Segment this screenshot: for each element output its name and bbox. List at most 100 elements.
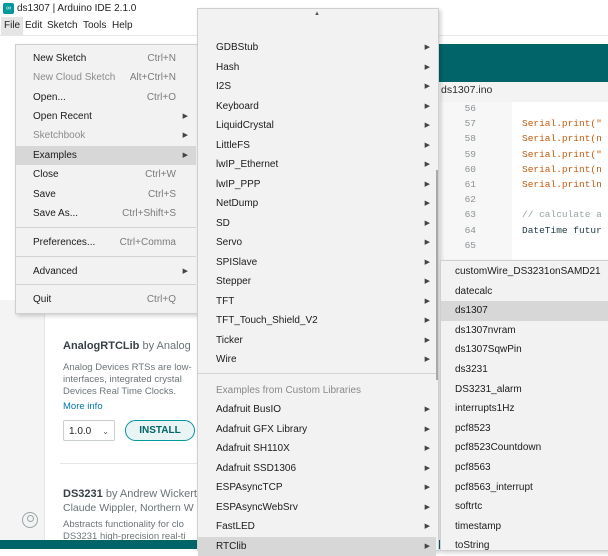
menu-item-label: FastLED [216,517,255,537]
menu-item-quit[interactable]: Quit Ctrl+Q [16,290,196,309]
menu-item-adafruit-gfx-library[interactable]: Adafruit GFX Library▶ [198,420,436,440]
menu-item-label: Adafruit SSD1306 [216,459,296,479]
menu-item-wire[interactable]: Wire▶ [198,350,436,370]
install-button[interactable]: INSTALL [125,420,195,441]
heading-label: Examples from Custom Libraries [216,381,361,400]
menu-item-gdbstub[interactable]: GDBStub ▶ [198,38,436,58]
menu-item-littlefs[interactable]: LittleFS▶ [198,136,436,156]
menu-item-examples[interactable]: Examples▶ [16,146,196,165]
menu-item-lwip-ethernet[interactable]: lwIP_Ethernet▶ [198,155,436,175]
menu-item-tft[interactable]: TFT▶ [198,292,436,312]
chevron-right-icon: ▶ [425,155,430,175]
menu-item-close[interactable]: CloseCtrl+W [16,165,196,184]
menu-item-sd[interactable]: SD▶ [198,214,436,234]
menu-item-tostring[interactable]: toString [441,536,608,556]
menu-item-ds3231-alarm[interactable]: DS3231_alarm [441,380,608,400]
menu-item-advanced[interactable]: Advanced▶ [16,262,196,281]
menu-item-pcf8563-interrupt[interactable]: pcf8563_interrupt [441,478,608,498]
scroll-up-arrow-icon[interactable]: ▲ [198,11,436,17]
menu-item-adafruit-busio[interactable]: Adafruit BusIO▶ [198,400,436,420]
menu-item-new-sketch[interactable]: New SketchCtrl+N [16,49,196,68]
menu-item-label: Servo [216,233,242,253]
chevron-right-icon: ▶ [425,194,430,214]
menu-item-ticker[interactable]: Ticker▶ [198,331,436,351]
menu-item-customwire-ds3231onsamd21[interactable]: customWire_DS3231onSAMD21 [441,262,608,282]
menu-item-spislave[interactable]: SPISlave▶ [198,253,436,273]
line-number: 57 [440,118,476,129]
menu-tools[interactable]: Tools [80,17,109,35]
chevron-right-icon: ▶ [183,146,188,165]
menu-item-pcf8523[interactable]: pcf8523 [441,419,608,439]
code-line: // calculate a [522,209,602,220]
menu-separator [198,373,436,374]
menu-item-adafruit-ssd1306[interactable]: Adafruit SSD1306▶ [198,459,436,479]
chevron-right-icon: ▶ [425,38,430,58]
menu-item-datecalc[interactable]: datecalc [441,282,608,302]
menu-sketch[interactable]: Sketch [44,17,81,35]
menu-item-open[interactable]: Open...Ctrl+O [16,88,196,107]
menu-item-label: Save As... [33,204,78,223]
menu-file[interactable]: File [1,17,23,35]
menu-item-pcf8563[interactable]: pcf8563 [441,458,608,478]
menu-item-i2s[interactable]: I2S▶ [198,77,436,97]
menu-item-rtclib[interactable]: RTClib▶ [198,537,436,556]
menu-item-fastled[interactable]: FastLED▶ [198,517,436,537]
shortcut-label: Ctrl+Q [147,290,176,309]
menu-item-save-as[interactable]: Save As...Ctrl+Shift+S [16,204,196,223]
menu-item-liquidcrystal[interactable]: LiquidCrystal▶ [198,116,436,136]
menu-item-label: GDBStub [216,38,258,58]
menu-item-open-recent[interactable]: Open Recent▶ [16,107,196,126]
editor-tab[interactable]: ds1307.ino [441,84,492,96]
menu-item-tft-touch-shield-v2[interactable]: TFT_Touch_Shield_V2▶ [198,311,436,331]
menu-item-label: Hash [216,58,239,78]
version-select[interactable]: 1.0.0 ⌄ [63,420,115,441]
menu-item-label: Wire [216,350,237,370]
menu-scrollbar[interactable] [436,170,438,380]
menu-help[interactable]: Help [109,17,136,35]
menu-item-save[interactable]: SaveCtrl+S [16,185,196,204]
library-title: AnalogRTCLib by Analog [63,340,191,352]
library-description-line: Analog Devices RTSs are low- [63,362,192,374]
chevron-right-icon: ▶ [183,107,188,126]
menu-item-espasynctcp[interactable]: ESPAsyncTCP▶ [198,478,436,498]
menu-item-interrupts1hz[interactable]: interrupts1Hz [441,399,608,419]
left-sidebar [0,300,45,540]
menu-item-ds1307nvram[interactable]: ds1307nvram [441,321,608,341]
menu-item-timestamp[interactable]: timestamp [441,517,608,537]
menu-item-label: Keyboard [216,97,259,117]
chevron-right-icon: ▶ [425,97,430,117]
code-line: Serial.println [522,179,602,190]
menu-item-espasyncwebsrv[interactable]: ESPAsyncWebSrv▶ [198,498,436,518]
menu-item-label: Adafruit GFX Library [216,420,307,440]
menu-item-label: Preferences... [33,233,95,252]
library-description-line: Devices Real Time Clocks. [63,386,176,398]
menu-item-sketchbook[interactable]: Sketchbook▶ [16,126,196,145]
shortcut-label: Ctrl+Comma [120,233,176,252]
menu-item-ds1307sqwpin[interactable]: ds1307SqwPin [441,340,608,360]
menu-item-new-cloud-sketch[interactable]: New Cloud SketchAlt+Ctrl+N [16,68,196,87]
library-name: DS3231 [63,488,103,500]
menu-item-hash[interactable]: Hash▶ [198,58,436,78]
menu-item-adafruit-sh110x[interactable]: Adafruit SH110X▶ [198,439,436,459]
menu-item-stepper[interactable]: Stepper▶ [198,272,436,292]
menu-item-servo[interactable]: Servo▶ [198,233,436,253]
menu-item-label: RTClib [216,537,246,556]
menu-item-label: Quit [33,290,51,309]
more-info-link[interactable]: More info [63,401,103,412]
library-description-line: Abstracts functionality for clo [63,519,184,531]
menu-item-preferences[interactable]: Preferences... Ctrl+Comma [16,233,196,252]
user-icon[interactable] [22,512,38,528]
menu-item-pcf8523countdown[interactable]: pcf8523Countdown [441,438,608,458]
menu-item-label: ds1307 [455,301,488,321]
menu-item-lwip-ppp[interactable]: lwIP_PPP▶ [198,175,436,195]
menu-item-label: lwIP_PPP [216,175,260,195]
menu-item-ds3231[interactable]: ds3231 [441,360,608,380]
menu-item-ds1307[interactable]: ds1307 [441,301,608,321]
menu-edit[interactable]: Edit [22,17,45,35]
menu-separator [16,284,196,285]
menu-item-netdump[interactable]: NetDump▶ [198,194,436,214]
menu-item-label: I2S [216,77,231,97]
menu-item-label: timestamp [455,517,501,537]
menu-item-softrtc[interactable]: softrtc [441,497,608,517]
menu-item-keyboard[interactable]: Keyboard ▶ [198,97,436,117]
